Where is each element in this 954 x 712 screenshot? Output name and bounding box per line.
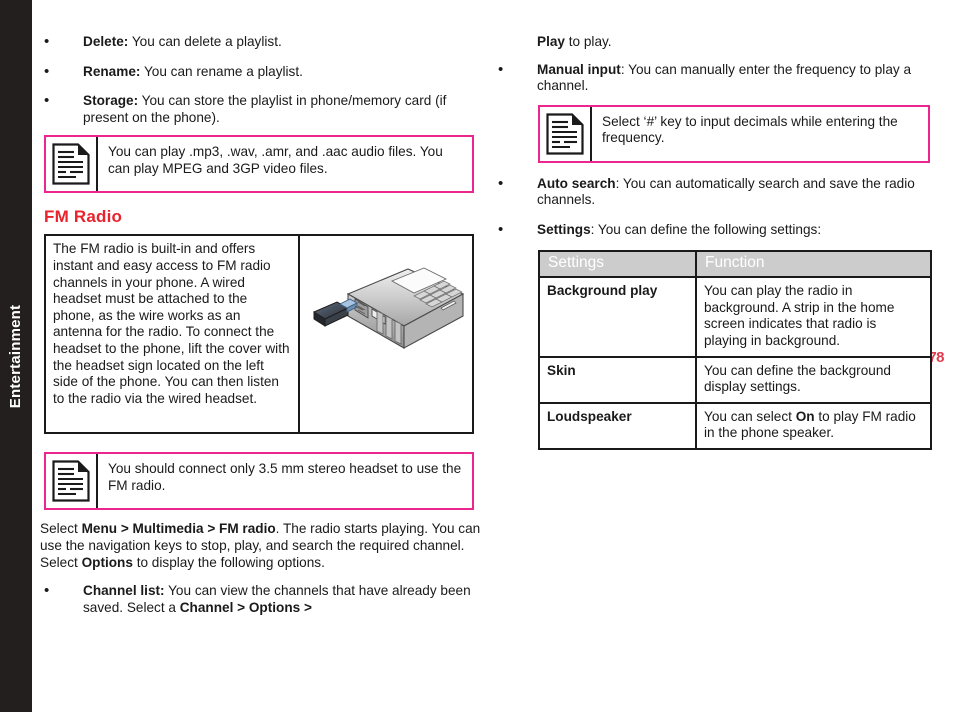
list-item-term: Channel list:: [83, 583, 165, 599]
play-bold: Play: [537, 34, 565, 49]
list-item: • Channel list: You can view the channels…: [38, 583, 483, 616]
function-bold: On: [795, 408, 815, 424]
list-item-term: Rename:: [83, 63, 141, 79]
fm-options-list: • Channel list: You can view the channels…: [38, 583, 483, 616]
fm-radio-info-text: The FM radio is built-in and offers inst…: [46, 236, 300, 433]
list-item-text: You can rename a playlist.: [140, 63, 303, 79]
table-header-row: Settings Function: [538, 249, 932, 279]
setting-function: You can play the radio in background. A …: [695, 276, 932, 358]
table-row: Skin You can define the background displ…: [538, 355, 932, 404]
setting-name: Loudspeaker: [538, 401, 697, 450]
note-text: Select ‘#’ key to input decimals while e…: [602, 113, 898, 146]
phone-headset-illustration: [300, 236, 472, 432]
list-item-term: Manual input: [537, 61, 621, 77]
table-row: Loudspeaker You can select On to play FM…: [538, 401, 932, 450]
note-document-icon: [46, 137, 98, 192]
fm-options-list-top: • Manual input: You can manually enter th…: [492, 60, 937, 95]
list-item-bold: Channel > Options >: [179, 599, 312, 615]
list-item: • Delete: You can delete a playlist.: [38, 33, 483, 51]
list-item: • Auto search: You can automatically sear…: [492, 174, 937, 209]
note-box-headset: You should connect only 3.5 mm stereo he…: [44, 452, 474, 511]
note-document-icon: [540, 106, 592, 161]
column-header-settings: Settings: [538, 249, 697, 279]
continuation-line: Play to play.: [492, 34, 937, 51]
bullet-dot-icon: •: [44, 62, 50, 80]
menu-path-bold: Menu > Multimedia > FM radio: [81, 521, 276, 537]
note-box-hash-key: Select ‘#’ key to input decimals while e…: [538, 104, 930, 163]
table-row: Background play You can play the radio i…: [538, 276, 932, 358]
continuation-text: to play.: [564, 34, 612, 49]
function-part: You can select: [704, 408, 796, 424]
note-text: You should connect only 3.5 mm stereo he…: [108, 461, 462, 493]
column-header-function: Function: [695, 249, 932, 279]
bullet-dot-icon: •: [498, 220, 504, 238]
list-item: • Storage: You can store the playlist in …: [38, 93, 483, 126]
note-box-audio-formats: You can play .mp3, .wav, .amr, and .aac …: [44, 135, 474, 194]
right-column: Play to play. • Manual input: You can man…: [492, 0, 937, 450]
section-heading-fm-radio: FM Radio: [44, 207, 123, 227]
bullet-dot-icon: •: [44, 582, 50, 600]
paragraph-part: to display the following options.: [132, 554, 325, 570]
bullet-dot-icon: •: [44, 33, 50, 50]
fm-options-list-bottom: • Auto search: You can automatically sear…: [492, 174, 937, 239]
list-item-term: Delete:: [83, 34, 129, 49]
playlist-options-list: • Delete: You can delete a playlist. • Ren…: [38, 33, 483, 126]
paragraph-part: Select: [40, 521, 82, 537]
setting-function: You can define the background display se…: [695, 355, 932, 404]
list-item-term: Settings: [537, 221, 591, 237]
fm-radio-info-box: The FM radio is built-in and offers inst…: [44, 234, 474, 435]
options-bold: Options: [81, 554, 133, 570]
setting-name: Background play: [538, 276, 697, 358]
chapter-sidebar-tab: [0, 0, 32, 712]
list-item-text: You can delete a playlist.: [128, 34, 282, 49]
note-document-icon: [46, 454, 98, 509]
bullet-dot-icon: •: [498, 174, 504, 192]
note-text: You can play .mp3, .wav, .amr, and .aac …: [108, 144, 443, 176]
list-item-text: : You can define the following settings:: [590, 221, 822, 237]
list-item: • Rename: You can rename a playlist.: [38, 62, 483, 81]
left-column: • Delete: You can delete a playlist. • Ren…: [38, 0, 483, 616]
list-item-text: You can store the playlist in phone/memo…: [83, 93, 447, 125]
list-item-term: Auto search: [537, 175, 616, 191]
setting-name: Skin: [538, 355, 697, 404]
select-menu-paragraph: Select Menu > Multimedia > FM radio. The…: [40, 521, 483, 571]
bullet-dot-icon: •: [44, 92, 50, 110]
bullet-dot-icon: •: [498, 60, 504, 78]
settings-table: Settings Function Background play You ca…: [538, 249, 932, 450]
list-item: • Settings: You can define the following …: [492, 220, 937, 239]
setting-function: You can select On to play FM radio in th…: [695, 401, 932, 450]
list-item: • Manual input: You can manually enter th…: [492, 60, 937, 95]
list-item-term: Storage:: [83, 93, 139, 109]
